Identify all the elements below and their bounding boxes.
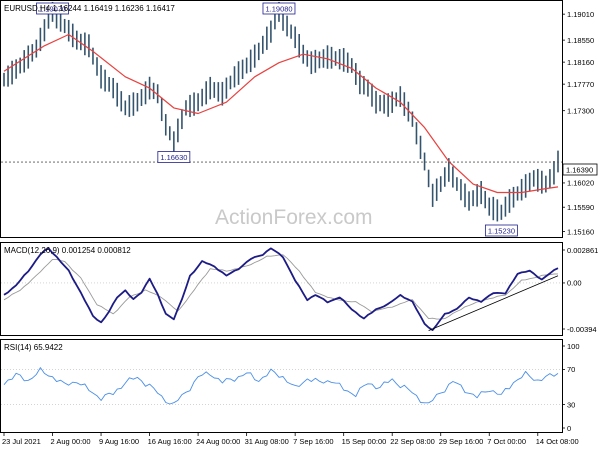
main-y-tick-label: 1.16020 [567,179,594,188]
price-annotations: 1.19070 1.190801.166301.15230 [36,2,518,237]
x-tick-label: 7 Oct 00:00 [487,437,526,446]
x-tick-label: 22 Sep 08:00 [390,437,435,446]
main-y-tick-label: 1.18550 [567,36,594,45]
y-axis-labels: 1.19010 1.18550 1.18160 1.17770 1.17300 1.160… [562,10,598,433]
macd-signal-line [3,254,559,320]
main-series [1,1,562,222]
rsi-line [3,367,559,405]
x-tick-label: 14 Oct 08:00 [536,437,579,446]
price-annotation-label: 1.15230 [488,227,515,236]
macd-series [1,247,562,331]
macd-panel-title: MACD(12,26,9) 0.001254 0.000812 [4,246,131,255]
main-y-tick-label: 1.15160 [567,227,594,236]
watermark: ActionForex.com [215,206,373,229]
rsi-y-tick-label: 100 [567,342,580,351]
rsi-panel-title: RSI(14) 65.9422 [4,343,63,352]
x-tick-label: 15 Sep 00:00 [342,437,387,446]
rsi-y-tick-label: 30 [567,400,575,409]
chart-canvas[interactable]: ActionForex.com 1.19070 1.190801.166301.1… [0,0,600,450]
main-y-tick-label: 1.19010 [567,10,594,19]
rsi-y-tick-label: 0 [567,424,571,433]
current-price-label: 1.16390 [566,166,593,175]
x-tick-label: 23 Jul 2021 [2,437,41,446]
x-tick-label: 7 Sep 16:00 [293,437,333,446]
main-y-tick-label: 1.17300 [567,106,594,115]
rsi-y-tick-label: 70 [567,365,575,374]
moving-average-line [3,33,559,194]
macd-y-tick-label: 0.00 [567,279,582,288]
x-tick-label: 9 Aug 16:00 [99,437,139,446]
price-annotation-label: 1.19080 [265,5,292,14]
x-tick-label: 2 Aug 00:00 [51,437,91,446]
x-tick-label: 16 Aug 16:00 [148,437,192,446]
macd-trendline [428,275,559,331]
main-y-tick-label: 1.18160 [567,58,594,67]
rsi-series [1,367,562,405]
macd-line [3,247,559,331]
x-tick-label: 24 Aug 00:00 [196,437,240,446]
macd-y-tick-label: 0.002861 [567,246,598,255]
x-tick-label: 31 Aug 08:00 [245,437,289,446]
rsi-panel-frame [0,339,563,433]
macd-y-tick-label: -0.00394 [567,325,597,334]
x-axis-labels: 23 Jul 2021 2 Aug 00:00 9 Aug 16:00 16 Aug … [2,432,579,446]
price-annotation-label: 1.16630 [160,153,187,162]
main-y-tick-label: 1.15590 [567,203,594,212]
main-y-tick-label: 1.17770 [567,80,594,89]
chart-window: ActionForex.com 1.19070 1.19080 1.16630 1.1… [0,0,600,450]
x-tick-label: 29 Sep 16:00 [439,437,484,446]
main-panel-title: EURUSD,H4 1.16244 1.16419 1.16236 1.1641… [4,4,175,13]
